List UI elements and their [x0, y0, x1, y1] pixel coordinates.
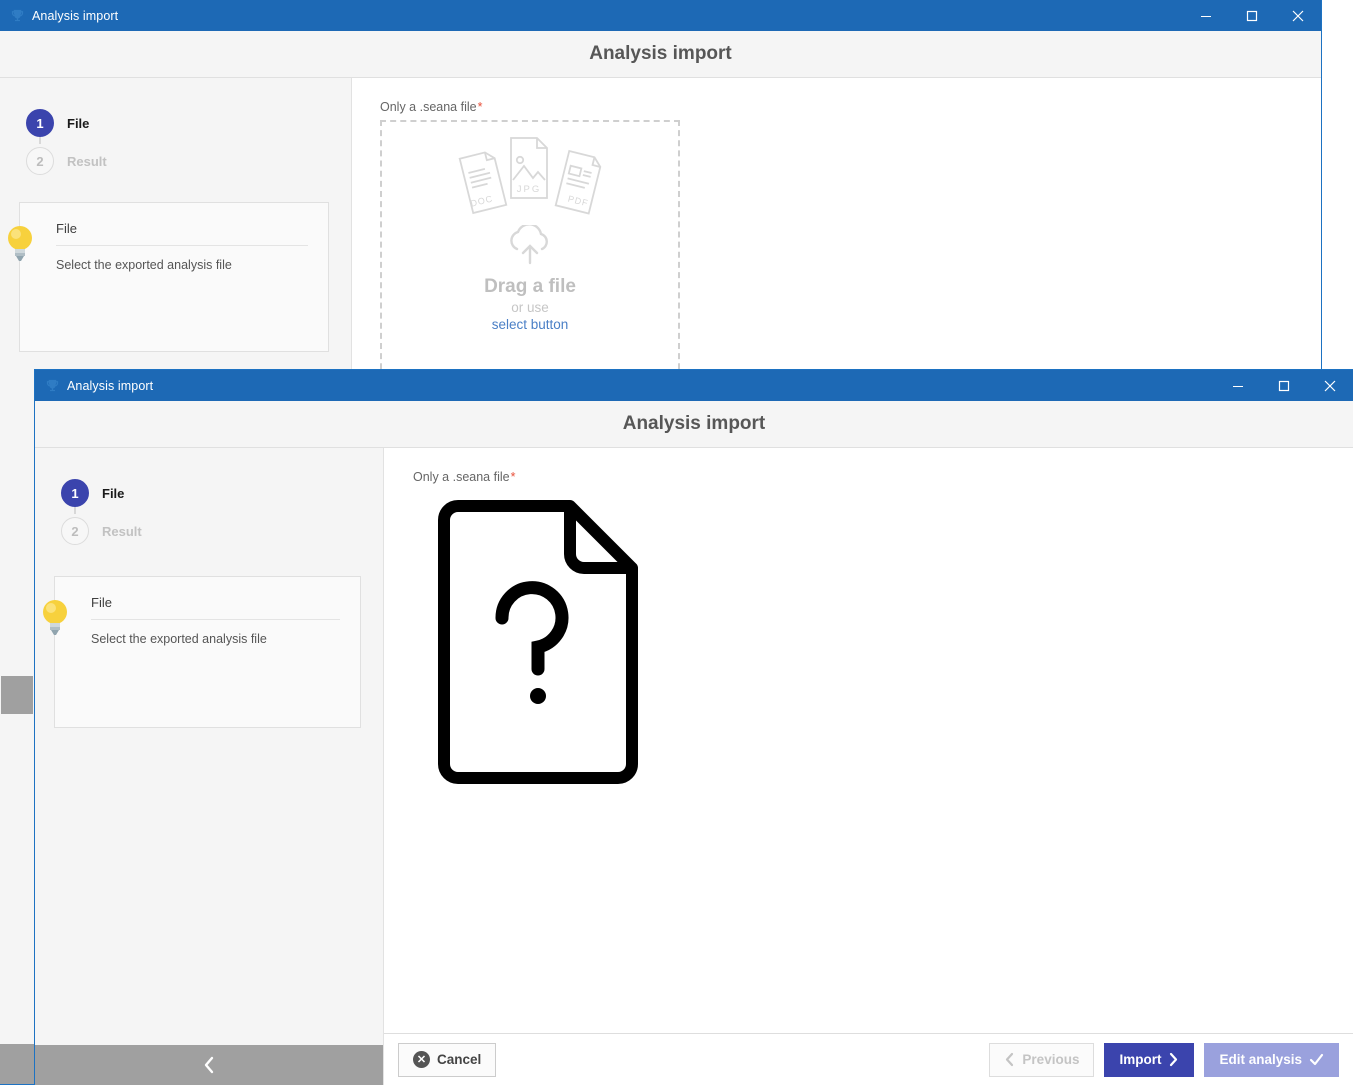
close-button[interactable]	[1307, 370, 1353, 401]
svg-text:DOC: DOC	[469, 193, 494, 208]
background-field-label-row: Only a .seana file*	[380, 100, 1321, 114]
background-page-header: Analysis import	[0, 31, 1321, 78]
sidebar-step-label-file: File	[102, 485, 125, 501]
lightbulb-icon	[6, 223, 34, 263]
background-window-title: Analysis import	[32, 8, 119, 23]
chevron-left-icon	[204, 1056, 214, 1074]
foreground-sidebar-collapse-bar[interactable]	[35, 1045, 383, 1085]
background-window-titlebar: Analysis import	[0, 0, 1321, 31]
foreground-footer: ✕ Cancel Previous Import Edit analysis	[384, 1033, 1353, 1085]
foreground-field-label-row: Only a .seana file*	[413, 470, 1353, 484]
background-page-title: Analysis import	[589, 43, 732, 64]
edit-analysis-button-label: Edit analysis	[1219, 1052, 1302, 1067]
foreground-window: Analysis import Analysis import 1 File 2…	[34, 369, 1353, 1085]
step-number-2: 2	[26, 147, 54, 175]
footer-action-buttons: Previous Import Edit analysis	[989, 1042, 1339, 1077]
trophy-icon	[8, 7, 26, 25]
maximize-button[interactable]	[1261, 370, 1307, 401]
pdf-file-icon: PDF	[550, 146, 606, 223]
sidebar-step-file[interactable]: 1 File	[61, 474, 383, 514]
svg-text:JPG: JPG	[517, 184, 541, 195]
background-hint-box: File Select the exported analysis file	[8, 202, 329, 352]
lightbulb-icon	[41, 597, 69, 637]
background-hint-title: File	[56, 221, 308, 246]
cancel-button-label: Cancel	[437, 1052, 482, 1067]
close-button[interactable]	[1275, 0, 1321, 31]
step-number-2: 2	[61, 517, 89, 545]
sidebar-step-result[interactable]: 2 Result	[61, 512, 383, 550]
select-button-link[interactable]: select button	[492, 317, 569, 332]
background-field-label: Only a .seana file	[380, 100, 477, 114]
foreground-hint-box: File Select the exported analysis file	[43, 576, 361, 728]
cloud-upload-icon	[502, 223, 558, 272]
sidebar-step-label-result: Result	[67, 153, 107, 169]
step-number-1: 1	[61, 479, 89, 507]
foreground-window-title: Analysis import	[67, 378, 154, 393]
circle-x-icon: ✕	[413, 1051, 430, 1068]
svg-text:PDF: PDF	[567, 194, 590, 209]
step-number-1: 1	[26, 109, 54, 137]
foreground-window-titlebar: Analysis import	[35, 370, 1353, 401]
background-step-list: 1 File 2 Result	[0, 78, 351, 180]
cancel-button[interactable]: ✕ Cancel	[398, 1042, 497, 1077]
minimize-button[interactable]	[1215, 370, 1261, 401]
sidebar-step-label-file: File	[67, 115, 90, 131]
edit-analysis-button[interactable]: Edit analysis	[1204, 1042, 1339, 1077]
unknown-file-question-icon	[430, 498, 1353, 791]
import-button-label: Import	[1119, 1052, 1162, 1067]
chevron-right-icon	[1170, 1052, 1178, 1067]
chevron-left-icon	[1006, 1052, 1014, 1067]
required-marker: *	[510, 470, 516, 484]
import-button[interactable]: Import	[1104, 1042, 1195, 1077]
background-sidebar-collapse-strip[interactable]	[1, 676, 33, 714]
foreground-sidebar: 1 File 2 Result File Select the exported…	[35, 448, 384, 1085]
minimize-button[interactable]	[1183, 0, 1229, 31]
dropzone-or-text: or use	[511, 300, 549, 315]
foreground-step-list: 1 File 2 Result	[35, 448, 383, 550]
dropzone-file-icons: DOC JPG PDF	[454, 137, 606, 223]
foreground-main-panel: Only a .seana file*	[384, 448, 1353, 1085]
maximize-button[interactable]	[1229, 0, 1275, 31]
check-icon	[1309, 1053, 1324, 1066]
sidebar-step-result[interactable]: 2 Result	[26, 142, 351, 180]
foreground-window-controls	[1215, 370, 1353, 401]
required-marker: *	[477, 100, 483, 114]
background-window-controls	[1183, 0, 1321, 31]
foreground-body: 1 File 2 Result File Select the exported…	[35, 448, 1353, 1085]
previous-button-label: Previous	[1022, 1052, 1080, 1067]
jpg-file-icon: JPG	[504, 134, 554, 209]
sidebar-step-label-result: Result	[102, 523, 142, 539]
doc-file-icon: DOC	[454, 146, 510, 223]
sidebar-step-file[interactable]: 1 File	[26, 104, 351, 144]
previous-button[interactable]: Previous	[989, 1042, 1095, 1077]
trophy-icon	[43, 377, 61, 395]
foreground-hint-title: File	[91, 595, 340, 620]
background-hint-text: Select the exported analysis file	[56, 258, 232, 272]
foreground-page-title: Analysis import	[622, 413, 766, 434]
foreground-field-label: Only a .seana file	[413, 470, 510, 484]
foreground-page-header: Analysis import	[35, 401, 1353, 448]
foreground-hint-text: Select the exported analysis file	[91, 632, 267, 646]
dropzone-drag-text: Drag a file	[484, 276, 576, 297]
